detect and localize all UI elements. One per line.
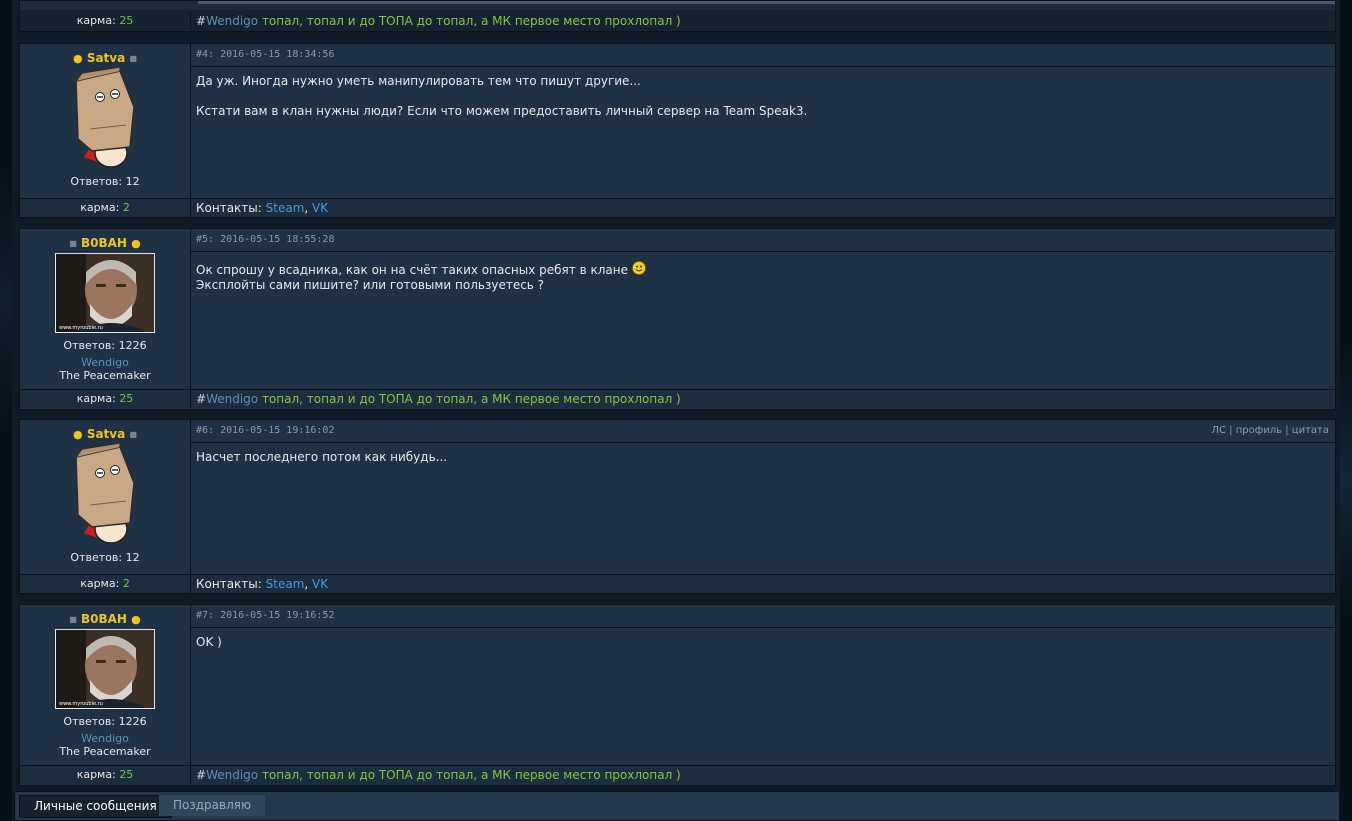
clan-link[interactable]: Wendigo [20, 732, 190, 745]
post-actions: ЛС | профиль | цитата [1211, 425, 1329, 436]
forum-post: ■ B0BAH ● www.myrouble.ru Ответов: 1226 … [19, 228, 1336, 410]
tab-private-messages[interactable]: Личные сообщения [19, 795, 172, 818]
signature-link[interactable]: Wendigo [206, 14, 258, 28]
smile-icon [631, 261, 646, 275]
profile-link[interactable]: профиль [1236, 425, 1282, 436]
author-name[interactable]: ● Satva ■ [20, 51, 190, 65]
answers-count: Ответов: 12 [70, 551, 140, 564]
vk-link[interactable]: VK [312, 201, 328, 215]
online-dot-icon: ● [131, 237, 141, 250]
avatar-watermark: www.myrouble.ru [59, 701, 103, 707]
offline-dot-icon: ■ [129, 430, 137, 439]
offline-dot-icon: ■ [69, 615, 77, 624]
post-header: #5: 2016-05-15 18:55:28 [191, 229, 1335, 252]
forum-thread: карма: 25 #Wendigo топал, топал и до ТОП… [12, 0, 1340, 821]
contacts: Контакты: Steam, VK [196, 577, 329, 591]
author-panel: ● Satva ■ Ответов: 12 [20, 420, 191, 574]
online-dot-icon: ● [73, 428, 83, 441]
answers-count: Ответов: 1226 [63, 339, 147, 352]
karma-row: карма: 2 [20, 199, 191, 217]
author-name[interactable]: ■ B0BAH ● [20, 612, 190, 626]
author-panel: ● Satva ■ Ответов: 12 [20, 44, 191, 198]
previous-post-footer: карма: 25 #Wendigo топал, топал и до ТОП… [19, 0, 1336, 32]
post-content: #5: 2016-05-15 18:55:28 Ок спрошу у всад… [191, 229, 1335, 389]
vk-link[interactable]: VK [312, 577, 328, 591]
tab-congratulations[interactable]: Поздравляю [159, 795, 266, 816]
karma-value: 2 [122, 201, 130, 214]
signature: #Wendigo топал, топал и до ТОПА до топал… [196, 14, 681, 28]
pm-link[interactable]: ЛС [1211, 425, 1226, 436]
post-header: #7: 2016-05-15 19:16:52 [191, 605, 1335, 628]
answers-count: Ответов: 12 [70, 175, 140, 188]
signature: #Wendigo топал, топал и до ТОПА до топал… [196, 392, 681, 406]
user-rank: The Peacemaker [59, 745, 151, 758]
post-header: #4: 2016-05-15 18:34:56 [191, 44, 1335, 67]
offline-dot-icon: ■ [129, 54, 137, 63]
post-meta: #5: 2016-05-15 18:55:28 [196, 234, 335, 245]
post-meta: #6: 2016-05-15 19:16:02 [196, 425, 335, 436]
avatar-watermark: www.myrouble.ru [59, 325, 103, 331]
post-content: #7: 2016-05-15 19:16:52 OK ) [191, 605, 1335, 765]
post-footer: карма: 2 Контакты: Steam, VK [20, 574, 1335, 593]
post-content: #4: 2016-05-15 18:34:56 Да уж. Иногда ну… [191, 44, 1335, 198]
karma-value: 25 [119, 14, 134, 27]
karma-value: 25 [119, 392, 134, 405]
author-name[interactable]: ● Satva ■ [20, 427, 190, 441]
bottom-tab-bar: Личные сообщения Поздравляю [14, 791, 1340, 821]
post-text: OK ) [196, 635, 222, 649]
post-footer: карма: 25 #Wendigo топал, топал и до ТОП… [20, 389, 1335, 408]
avatar[interactable]: www.myrouble.ru [55, 253, 155, 333]
steam-link[interactable]: Steam [266, 577, 305, 591]
user-rank: The Peacemaker [59, 369, 151, 382]
avatar[interactable] [70, 442, 142, 548]
answers-count: Ответов: 1226 [63, 715, 147, 728]
karma-row: карма: 25 [20, 12, 191, 30]
karma-value: 25 [119, 768, 134, 781]
post-meta: #4: 2016-05-15 18:34:56 [196, 49, 335, 60]
steam-link[interactable]: Steam [266, 201, 305, 215]
signature-link[interactable]: Wendigo [206, 768, 258, 782]
signature-link[interactable]: Wendigo [206, 392, 258, 406]
forum-post: ● Satva ■ Ответов: [19, 419, 1336, 594]
author-name[interactable]: ■ B0BAH ● [20, 236, 190, 250]
post-text: Да уж. Иногда нужно уметь манипулировать… [196, 74, 808, 118]
quote-link[interactable]: цитата [1292, 425, 1329, 436]
post-meta: #7: 2016-05-15 19:16:52 [196, 610, 335, 621]
post-content: #6: 2016-05-15 19:16:02 ЛС | профиль | ц… [191, 420, 1335, 574]
author-panel: ■ B0BAH ● www.myrouble.ru Ответов: 1226 … [20, 605, 191, 765]
post-text: Насчет последнего потом как нибудь... [196, 450, 448, 464]
karma-row: карма: 25 [20, 766, 191, 784]
online-dot-icon: ● [131, 613, 141, 626]
contacts: Контакты: Steam, VK [196, 201, 329, 215]
avatar[interactable] [70, 66, 142, 172]
forum-post: ● Satva ■ Ответов: [19, 43, 1336, 218]
signature: #Wendigo топал, топал и до ТОПА до топал… [196, 768, 681, 782]
post-footer: карма: 2 Контакты: Steam, VK [20, 198, 1335, 217]
avatar[interactable]: www.myrouble.ru [55, 629, 155, 709]
forum-post: ■ B0BAH ● www.myrouble.ru Ответов: 1226 … [19, 604, 1336, 786]
author-panel: ■ B0BAH ● www.myrouble.ru Ответов: 1226 … [20, 229, 191, 389]
online-dot-icon: ● [73, 52, 83, 65]
post-text: Ок спрошу у всадника, как он на счёт так… [196, 261, 646, 293]
post-header: #6: 2016-05-15 19:16:02 ЛС | профиль | ц… [191, 420, 1335, 443]
clan-link[interactable]: Wendigo [20, 356, 190, 369]
previous-post-scroll-edge [198, 1, 1335, 4]
karma-row: карма: 25 [20, 390, 191, 408]
offline-dot-icon: ■ [69, 239, 77, 248]
post-footer: карма: 25 #Wendigo топал, топал и до ТОП… [20, 765, 1335, 784]
karma-value: 2 [122, 577, 130, 590]
karma-row: карма: 2 [20, 575, 191, 593]
